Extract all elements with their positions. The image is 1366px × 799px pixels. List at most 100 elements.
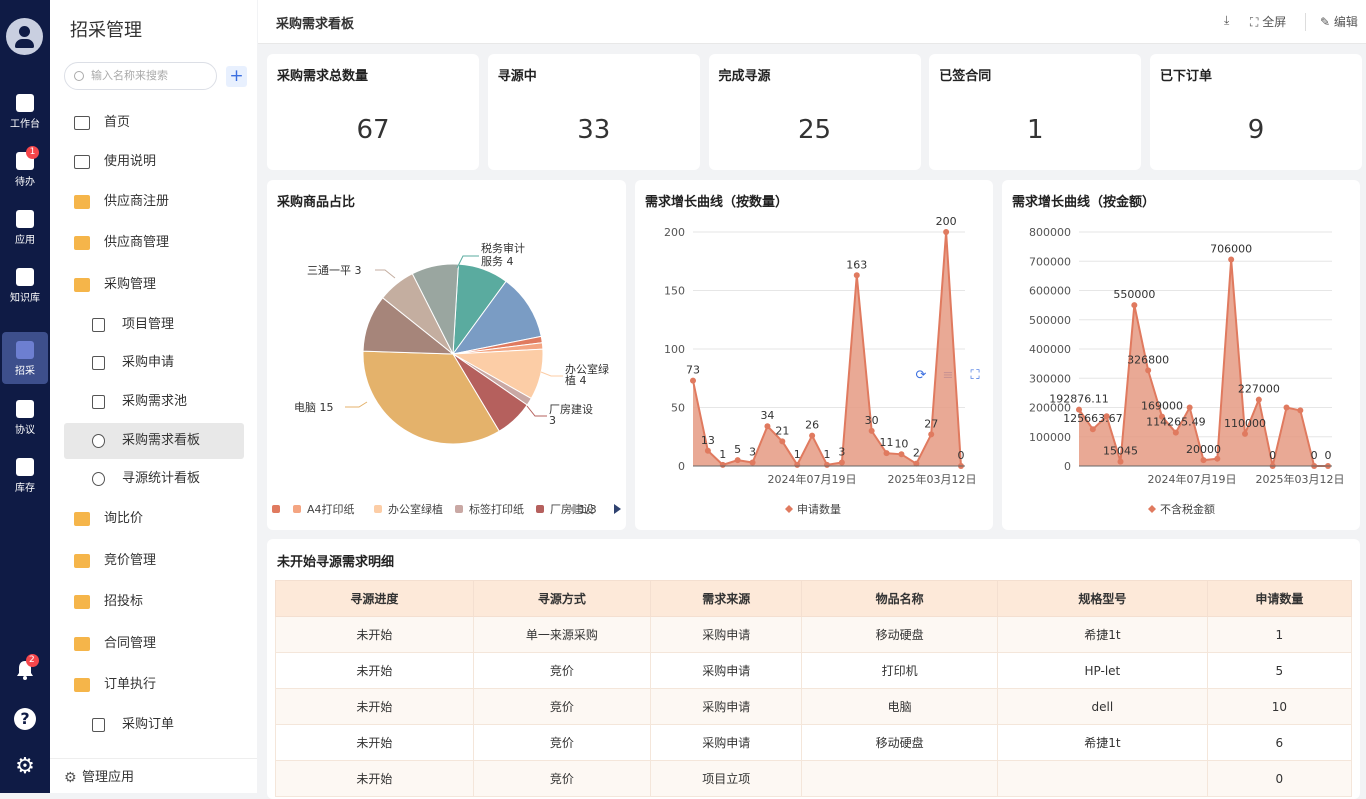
data-point[interactable] <box>1131 302 1138 309</box>
table-row[interactable]: 未开始 竞价 项目立项 0 <box>275 760 1353 797</box>
sidebar-item-4[interactable]: 采购管理 <box>64 267 244 303</box>
data-point[interactable] <box>1255 396 1262 403</box>
data-point[interactable] <box>868 427 875 434</box>
data-point[interactable] <box>824 461 830 468</box>
data-point[interactable] <box>719 461 726 468</box>
bell-icon[interactable]: 2 <box>14 654 39 681</box>
sidebar-item-label: 竞价管理 <box>104 553 157 568</box>
column-header[interactable]: 寻源方式 <box>472 580 652 617</box>
data-point[interactable] <box>943 229 950 235</box>
fullscreen-button[interactable]: ⛶ 全屏 <box>1250 13 1286 30</box>
column-header[interactable]: 规格型号 <box>997 580 1208 617</box>
table-cell: 未开始 <box>275 760 474 797</box>
y-tick-label: 600000 <box>1029 285 1071 298</box>
column-header[interactable]: 需求来源 <box>650 580 803 617</box>
stat-card: 已签合同 1 <box>929 54 1142 170</box>
rail-item-5[interactable]: 协议 <box>0 391 50 443</box>
sidebar-item-8[interactable]: 采购需求看板 <box>64 423 244 459</box>
sidebar-item-9[interactable]: 寻源统计看板 <box>64 461 244 497</box>
sidebar-item-7[interactable]: 采购需求池 <box>64 384 244 420</box>
data-point[interactable] <box>1117 458 1124 465</box>
edit-label: 编辑 <box>1333 15 1358 29</box>
table-row[interactable]: 未开始 竞价 采购申请 电脑 dell 10 <box>275 688 1353 725</box>
download-icon[interactable]: ⤓ <box>1224 13 1229 28</box>
y-tick-label: 0 <box>1064 460 1071 473</box>
data-point[interactable] <box>853 272 860 279</box>
sidebar-item-label: 订单执行 <box>104 677 157 692</box>
table-cell: 单一来源采购 <box>472 616 652 653</box>
sidebar-item-12[interactable]: 招投标 <box>64 584 244 620</box>
table-row[interactable]: 未开始 竞价 采购申请 移动硬盘 希捷1t 6 <box>275 724 1353 761</box>
settings-icon[interactable]: ⚙ <box>14 756 36 778</box>
column-header[interactable]: 寻源进度 <box>275 580 474 617</box>
table-cell: 采购申请 <box>650 652 803 689</box>
sidebar-item-2[interactable]: 供应商注册 <box>64 184 244 220</box>
rail-item-0[interactable]: 工作台 <box>0 85 50 137</box>
sidebar-item-5[interactable]: 项目管理 <box>64 307 244 343</box>
column-header[interactable]: 物品名称 <box>801 580 998 617</box>
rail-item-1[interactable]: 待办 1 <box>0 143 50 195</box>
data-point[interactable] <box>1186 404 1193 411</box>
add-button[interactable]: + <box>226 66 247 87</box>
data-point[interactable] <box>704 447 711 454</box>
data-point[interactable] <box>779 438 786 445</box>
legend-item[interactable]: A4打印纸 <box>307 502 355 516</box>
sidebar-item-label: 寻源统计看板 <box>122 471 201 486</box>
sidebar-item-11[interactable]: 竞价管理 <box>64 543 244 579</box>
user-avatar[interactable] <box>6 18 43 55</box>
data-label: 550000 <box>1113 288 1155 301</box>
search-input[interactable]: 输入名称来搜索 <box>64 62 217 90</box>
table-row[interactable]: 未开始 竞价 采购申请 打印机 HP-let 5 <box>275 652 1353 689</box>
legend-marker <box>1148 505 1156 513</box>
legend-item[interactable]: 申请数量 <box>797 503 841 516</box>
manage-apps-button[interactable]: 管理应用 <box>50 758 257 797</box>
qty-line-chart: 05010015020073131 5 334211261 31633011 10227… <box>664 215 977 516</box>
table-row[interactable]: 未开始 单一来源采购 采购申请 移动硬盘 希捷1t 1 <box>275 616 1353 653</box>
data-point[interactable] <box>1145 367 1152 374</box>
data-point[interactable] <box>898 451 905 458</box>
legend-item[interactable]: 办公室绿植 <box>388 502 443 516</box>
sidebar-item-0[interactable]: 首页 <box>64 105 244 141</box>
data-point[interactable] <box>1172 429 1179 436</box>
data-point[interactable] <box>1228 256 1235 263</box>
data-point[interactable] <box>1214 455 1221 462</box>
legend-next-icon[interactable] <box>614 504 621 514</box>
data-point[interactable] <box>1103 413 1110 420</box>
edit-button[interactable]: ✎ 编辑 <box>1320 13 1358 30</box>
data-point[interactable] <box>928 431 935 438</box>
sidebar-item-14[interactable]: 订单执行 <box>64 667 244 703</box>
legend-item[interactable]: 标签打印纸 <box>469 502 524 516</box>
data-point[interactable] <box>734 457 741 464</box>
data-point[interactable] <box>1297 407 1304 414</box>
data-point[interactable] <box>794 461 801 468</box>
data-label: 0 <box>958 449 965 462</box>
data-point[interactable] <box>883 450 890 457</box>
legend-item[interactable]: 不含税金额 <box>1160 502 1215 516</box>
data-point[interactable] <box>764 423 771 430</box>
data-point[interactable] <box>1089 426 1096 433</box>
table-cell <box>997 760 1208 797</box>
sidebar-item-6[interactable]: 采购申请 <box>64 345 244 381</box>
data-point[interactable] <box>749 459 756 466</box>
y-tick-label: 150 <box>664 285 685 298</box>
sidebar-item-15[interactable]: 采购订单 <box>64 707 244 743</box>
data-point[interactable] <box>1200 457 1207 464</box>
data-point[interactable] <box>1242 430 1248 437</box>
help-icon[interactable]: ? <box>14 708 36 730</box>
rail-item-3[interactable]: 知识库 <box>0 259 50 311</box>
rail-item-4[interactable]: 招采 <box>2 332 48 384</box>
data-label: 200 <box>936 215 957 228</box>
column-header[interactable]: 申请数量 <box>1206 580 1353 617</box>
sidebar-item-1[interactable]: 使用说明 <box>64 144 244 180</box>
sidebar-item-10[interactable]: 询比价 <box>64 501 244 537</box>
sidebar-item-13[interactable]: 合同管理 <box>64 626 244 662</box>
data-point[interactable] <box>809 432 816 439</box>
sidebar-item-3[interactable]: 供应商管理 <box>64 225 244 261</box>
data-label: 20000 <box>1186 443 1221 456</box>
rail-item-6[interactable]: 库存 <box>0 449 50 501</box>
data-point[interactable] <box>838 459 845 466</box>
rail-item-2[interactable]: 应用 <box>0 201 50 253</box>
y-tick-label: 400000 <box>1029 343 1071 356</box>
data-point[interactable] <box>690 377 696 384</box>
data-point[interactable] <box>1283 404 1290 411</box>
